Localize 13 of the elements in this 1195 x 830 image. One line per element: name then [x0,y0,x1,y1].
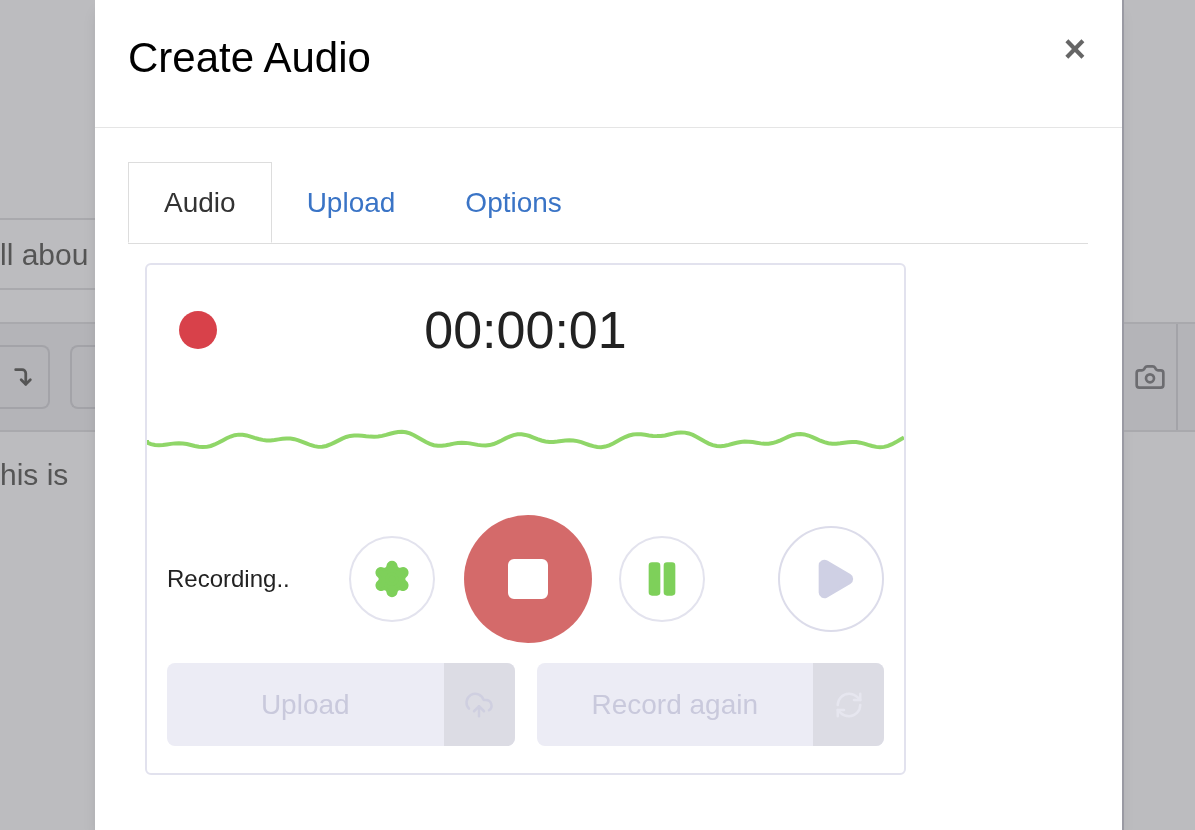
tab[interactable]: Options [430,162,597,243]
tab[interactable]: Audio [128,162,272,243]
pause-button[interactable] [619,536,705,622]
arrow-down-icon [11,366,34,388]
play-button[interactable] [778,526,884,632]
settings-button[interactable] [349,536,435,622]
status-text: Recording.. [167,564,291,594]
toolbar-button[interactable] [0,345,50,409]
close-button[interactable]: × [1063,30,1086,68]
dialog-title: Create Audio [128,33,371,83]
tab[interactable]: Upload [271,162,431,243]
body-text: his is [0,457,70,493]
timer: 00:00:01 [423,300,628,361]
